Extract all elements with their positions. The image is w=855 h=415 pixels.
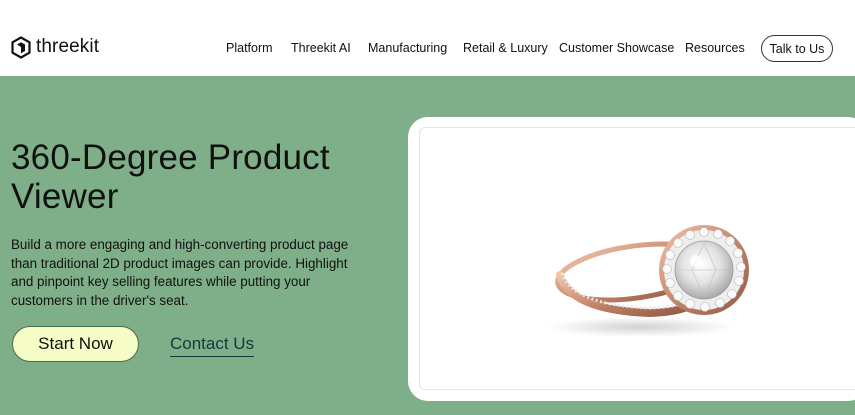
site-header: threekit Platform Threekit AI Manufactur…	[0, 0, 855, 76]
brand-name: threekit	[36, 36, 100, 57]
hero-description: Build a more engaging and high-convertin…	[11, 237, 349, 308]
brand-logo[interactable]: threekit	[11, 35, 99, 59]
contact-us-link[interactable]: Contact Us	[170, 334, 255, 357]
nav-item-customer-showcase[interactable]: Customer Showcase	[559, 41, 674, 55]
diamond-ring-image[interactable]	[540, 215, 760, 340]
hero-title: 360-Degree Product Viewer	[11, 138, 330, 216]
nav-item-platform[interactable]: Platform	[226, 41, 273, 55]
nav-item-threekit-ai[interactable]: Threekit AI	[291, 41, 351, 55]
threekit-logo-icon	[11, 35, 31, 59]
talk-to-us-button[interactable]: Talk to Us	[761, 35, 833, 62]
nav-item-resources[interactable]: Resources	[685, 41, 745, 55]
nav-item-retail-luxury[interactable]: Retail & Luxury	[463, 41, 548, 55]
nav-item-manufacturing[interactable]: Manufacturing	[368, 41, 447, 55]
start-now-button[interactable]: Start Now	[12, 326, 139, 362]
